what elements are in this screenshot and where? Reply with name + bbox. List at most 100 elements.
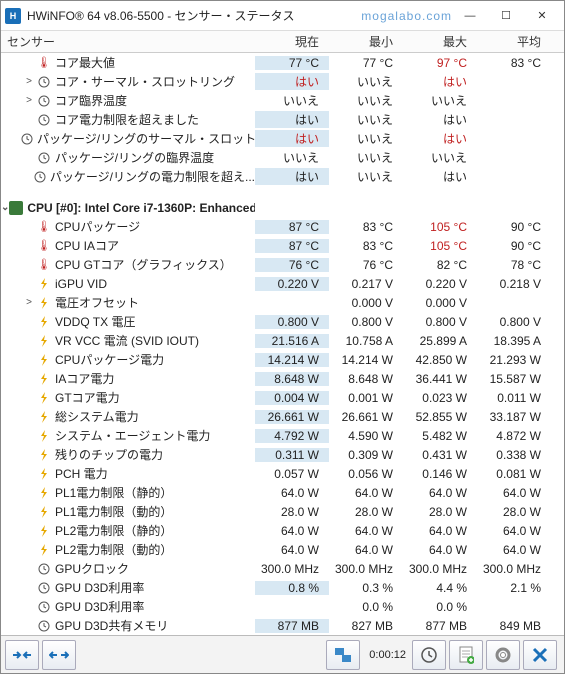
sensor-label: PL2電力制限（静的）: [55, 522, 172, 539]
network-button[interactable]: [326, 640, 360, 670]
sensor-row[interactable]: パッケージ/リングの電力制限を超え...はいいいえはい: [1, 167, 564, 186]
sensor-min: 0.217 V: [329, 277, 403, 291]
sensor-cur: 8.648 W: [255, 372, 329, 386]
sensor-min: いいえ: [329, 168, 403, 185]
sensor-row[interactable]: iGPU VID0.220 V0.217 V0.220 V0.218 V: [1, 274, 564, 293]
chevron-icon[interactable]: >: [21, 76, 37, 87]
sensor-avg: 64.0 W: [477, 524, 551, 538]
sensor-row[interactable]: >コア・サーマル・スロットリングはいいいえはい: [1, 72, 564, 91]
sensor-min: 76 °C: [329, 258, 403, 272]
titlebar[interactable]: H HWiNFO® 64 v8.06-5500 - センサー・ステータス mog…: [1, 1, 564, 31]
sensor-max: 4.4 %: [403, 581, 477, 595]
chevron-icon[interactable]: >: [21, 297, 37, 308]
col-current[interactable]: 現在: [255, 33, 329, 50]
maximize-button[interactable]: ☐: [488, 2, 524, 30]
sensor-row[interactable]: 残りのチップの電力0.311 W0.309 W0.431 W0.338 W: [1, 445, 564, 464]
sensor-max: はい: [403, 168, 477, 185]
sensor-min: いいえ: [329, 73, 403, 90]
close-button[interactable]: ✕: [524, 2, 560, 30]
col-avg[interactable]: 平均: [477, 33, 551, 50]
sensor-row[interactable]: GPUクロック300.0 MHz300.0 MHz300.0 MHz300.0 …: [1, 559, 564, 578]
sensor-label: PL2電力制限（動的）: [55, 541, 172, 558]
log-icon: [458, 646, 474, 664]
sensor-cur: 0.800 V: [255, 315, 329, 329]
sensor-list[interactable]: 🌡コア最大値77 °C77 °C97 °C83 °C>コア・サーマル・スロットリ…: [1, 53, 564, 635]
group-label: CPU [#0]: Intel Core i7-1360P: Enhanced: [27, 201, 255, 215]
col-min[interactable]: 最小: [329, 33, 403, 50]
sensor-max: 64.0 W: [403, 543, 477, 557]
sensor-cur: 4.792 W: [255, 429, 329, 443]
sensor-row[interactable]: PL2電力制限（静的）64.0 W64.0 W64.0 W64.0 W: [1, 521, 564, 540]
sensor-row[interactable]: PL1電力制限（静的）64.0 W64.0 W64.0 W64.0 W: [1, 483, 564, 502]
sensor-cur: 0.8 %: [255, 581, 329, 595]
sensor-max: はい: [403, 111, 477, 128]
sensor-row[interactable]: GPU D3D利用率0.0 %0.0 %: [1, 597, 564, 616]
sensor-row[interactable]: 🌡コア最大値77 °C77 °C97 °C83 °C: [1, 53, 564, 72]
exit-button[interactable]: [523, 640, 557, 670]
sensor-row[interactable]: GTコア電力0.004 W0.001 W0.023 W0.011 W: [1, 388, 564, 407]
bolt-icon: [37, 334, 51, 348]
collapse-button[interactable]: [42, 640, 76, 670]
minimize-button[interactable]: —: [452, 2, 488, 30]
sensor-row[interactable]: PL1電力制限（動的）28.0 W28.0 W28.0 W28.0 W: [1, 502, 564, 521]
bolt-icon: [37, 486, 51, 500]
chevron-icon[interactable]: ⌄: [1, 202, 9, 213]
sensor-row[interactable]: CPUパッケージ電力14.214 W14.214 W42.850 W21.293…: [1, 350, 564, 369]
sensor-row[interactable]: PCH 電力0.057 W0.056 W0.146 W0.081 W: [1, 464, 564, 483]
network-icon: [334, 647, 352, 663]
sensor-label: パッケージ/リングのサーマル・スロット...: [37, 130, 255, 147]
sensor-row[interactable]: VR VCC 電流 (SVID IOUT)21.516 A10.758 A25.…: [1, 331, 564, 350]
sensor-row[interactable]: PL2電力制限（動的）64.0 W64.0 W64.0 W64.0 W: [1, 540, 564, 559]
sensor-label: GPU D3D共有メモリ: [55, 617, 168, 634]
sensor-max: 300.0 MHz: [403, 562, 477, 576]
bolt-icon: [37, 429, 51, 443]
sensor-row[interactable]: 🌡CPU IAコア87 °C83 °C105 °C90 °C: [1, 236, 564, 255]
sensor-min: 28.0 W: [329, 505, 403, 519]
bolt-icon: [37, 296, 51, 310]
sensor-row[interactable]: 総システム電力26.661 W26.661 W52.855 W33.187 W: [1, 407, 564, 426]
col-max[interactable]: 最大: [403, 33, 477, 50]
sensor-label: 残りのチップの電力: [55, 446, 163, 463]
sensor-min: 300.0 MHz: [329, 562, 403, 576]
sensor-min: いいえ: [329, 111, 403, 128]
sensor-row[interactable]: GPU D3D共有メモリ877 MB827 MB877 MB849 MB: [1, 616, 564, 635]
sensor-min: 4.590 W: [329, 429, 403, 443]
sensor-avg: 78 °C: [477, 258, 551, 272]
sensor-row[interactable]: VDDQ TX 電圧0.800 V0.800 V0.800 V0.800 V: [1, 312, 564, 331]
chevron-icon[interactable]: >: [21, 95, 37, 106]
sensor-max: 97 °C: [403, 56, 477, 70]
sensor-cur: 14.214 W: [255, 353, 329, 367]
system-buttons: — ☐ ✕: [452, 2, 560, 30]
sensor-min: 10.758 A: [329, 334, 403, 348]
sensor-row[interactable]: 🌡CPU GTコア（グラフィックス）76 °C76 °C82 °C78 °C: [1, 255, 564, 274]
sensor-row[interactable]: >コア臨界温度いいえいいえいいえ: [1, 91, 564, 110]
sensor-group-header[interactable]: ⌄ CPU [#0]: Intel Core i7-1360P: Enhanced: [1, 198, 564, 217]
sensor-min: 64.0 W: [329, 543, 403, 557]
sensor-row[interactable]: GPU D3D利用率0.8 %0.3 %4.4 %2.1 %: [1, 578, 564, 597]
sensor-row[interactable]: パッケージ/リングの臨界温度いいえいいえいいえ: [1, 148, 564, 167]
sensor-min: 0.0 %: [329, 600, 403, 614]
sensor-cur: 0.220 V: [255, 277, 329, 291]
bolt-icon: [37, 372, 51, 386]
sensor-label: CPUパッケージ: [55, 218, 140, 235]
sensor-row[interactable]: IAコア電力8.648 W8.648 W36.441 W15.587 W: [1, 369, 564, 388]
log-button[interactable]: [449, 640, 483, 670]
sensor-row[interactable]: コア電力制限を超えましたはいいいえはい: [1, 110, 564, 129]
sensor-row[interactable]: 🌡CPUパッケージ87 °C83 °C105 °C90 °C: [1, 217, 564, 236]
expand-button[interactable]: [5, 640, 39, 670]
col-sensor[interactable]: センサー: [1, 33, 255, 50]
sensor-label: システム・エージェント電力: [55, 427, 210, 444]
x-icon: [532, 647, 548, 663]
sensor-label: 電圧オフセット: [55, 294, 139, 311]
clock-button[interactable]: [412, 640, 446, 670]
settings-button[interactable]: [486, 640, 520, 670]
column-header-row: センサー 現在 最小 最大 平均: [1, 31, 564, 53]
sensor-cur: 877 MB: [255, 619, 329, 633]
sensor-max: 36.441 W: [403, 372, 477, 386]
sensor-row[interactable]: パッケージ/リングのサーマル・スロット...はいいいえはい: [1, 129, 564, 148]
sensor-row[interactable]: システム・エージェント電力4.792 W4.590 W5.482 W4.872 …: [1, 426, 564, 445]
sensor-row[interactable]: >電圧オフセット0.000 V0.000 V: [1, 293, 564, 312]
sensor-avg: 64.0 W: [477, 486, 551, 500]
sensor-cur: 28.0 W: [255, 505, 329, 519]
clock-icon: [420, 646, 438, 664]
